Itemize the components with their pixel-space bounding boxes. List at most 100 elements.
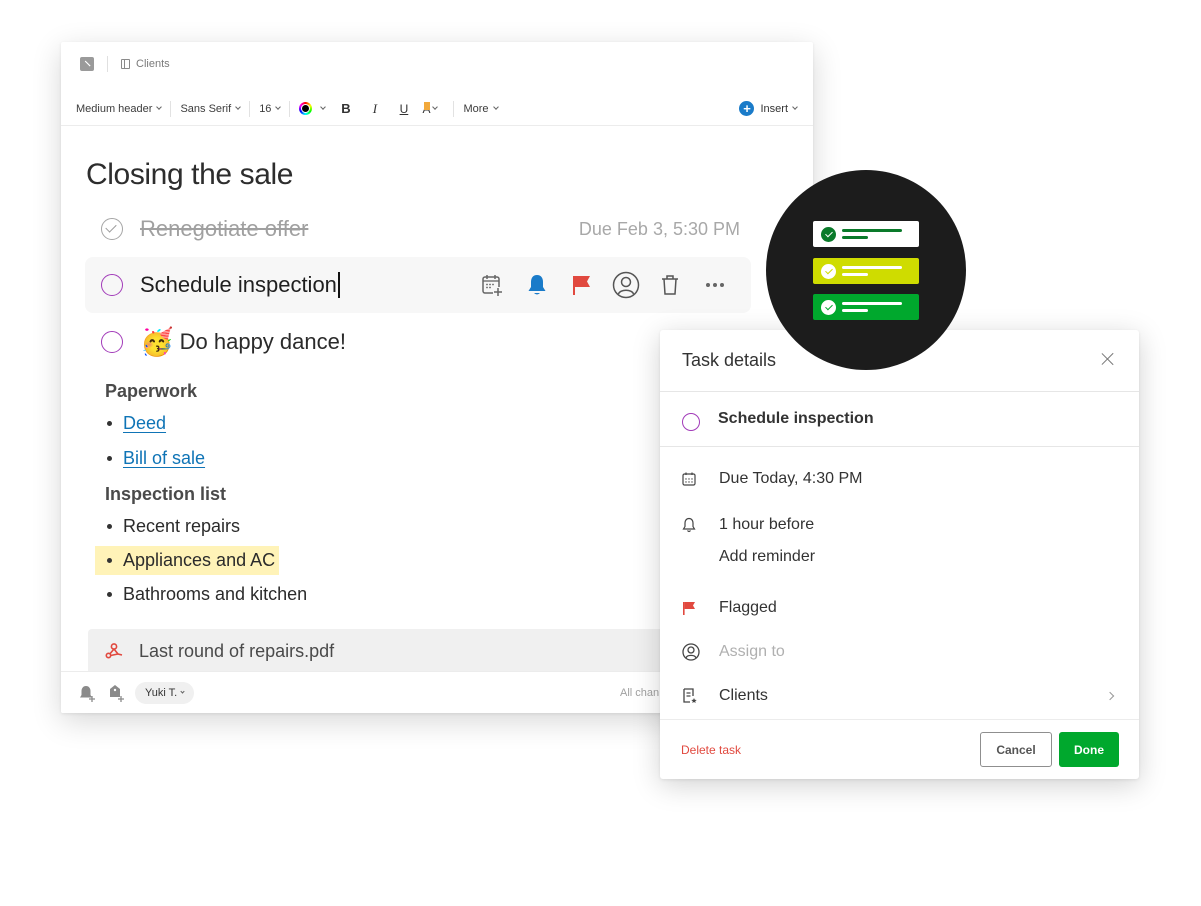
task-text-value: Schedule inspection — [140, 272, 337, 297]
due-date-row[interactable]: Due Today, 4:30 PM — [682, 470, 1117, 488]
bell-icon — [528, 275, 546, 295]
close-icon[interactable] — [1101, 352, 1114, 365]
highlight-button[interactable]: A — [422, 101, 444, 116]
divider — [249, 100, 251, 117]
done-button[interactable]: Done — [1059, 732, 1119, 767]
underline-button[interactable]: U — [389, 102, 418, 116]
section-heading: Inspection list — [105, 484, 227, 504]
task-text[interactable]: Renegotiate offer — [140, 216, 308, 242]
text-color-button[interactable] — [299, 102, 327, 115]
chevron-down-icon — [432, 104, 439, 110]
flag-icon — [683, 602, 695, 615]
more-dropdown[interactable]: More — [463, 103, 499, 115]
list-item-highlighted[interactable]: Appliances and AC — [95, 546, 280, 575]
delete-task-button[interactable] — [648, 270, 693, 300]
pdf-attachment[interactable]: Last round of repairs.pdf — [88, 629, 728, 673]
chevron-down-icon — [235, 104, 242, 110]
calendar-icon — [682, 472, 696, 486]
font-label: Sans Serif — [180, 102, 232, 115]
chevron-down-icon — [492, 104, 499, 110]
divider — [453, 100, 455, 117]
more-horizontal-icon — [705, 283, 724, 287]
note-link-row[interactable]: Clients — [682, 687, 1117, 705]
save-status: All chan — [620, 686, 660, 699]
task-checkbox[interactable] — [682, 413, 700, 431]
person-circle-icon — [682, 643, 700, 661]
chevron-down-icon — [180, 688, 185, 694]
bold-button[interactable]: B — [331, 101, 360, 116]
party-face-emoji: 🥳 — [140, 327, 174, 358]
text-cursor — [337, 271, 340, 298]
font-size-label: 16 — [259, 102, 272, 115]
tasks-illustration — [766, 170, 966, 370]
task-details-panel: Task details Schedule inspection Due Tod… — [660, 330, 1139, 779]
person-circle-icon — [612, 271, 639, 299]
section-heading: Paperwork — [105, 381, 198, 401]
panel-task: Schedule inspection — [660, 392, 1139, 447]
insert-button[interactable]: + Insert — [739, 101, 798, 116]
notebook-breadcrumb[interactable]: Clients — [136, 58, 170, 70]
notebook-icon — [121, 59, 130, 69]
flag-row[interactable]: Flagged — [682, 599, 1117, 617]
chevron-down-icon — [320, 104, 327, 110]
color-wheel-icon — [299, 102, 313, 115]
reminder-row[interactable]: 1 hour before — [682, 516, 1117, 534]
check-circle-icon — [821, 299, 836, 315]
add-tag-icon[interactable] — [107, 684, 125, 702]
font-size-dropdown[interactable]: 16 — [259, 102, 282, 115]
plus-icon: + — [739, 101, 755, 116]
task-item: 🥳 Do happy dance! — [85, 314, 751, 370]
assign-row[interactable]: Assign to — [682, 643, 1117, 661]
chevron-down-icon — [792, 104, 798, 110]
more-options-button[interactable] — [693, 270, 738, 300]
note-name: Clients — [719, 687, 768, 704]
chevron-down-icon — [275, 104, 282, 110]
illustration-card — [813, 221, 919, 247]
assign-to-field[interactable]: Assign to — [719, 643, 785, 661]
task-text[interactable]: Schedule inspection — [140, 271, 340, 298]
illustration-card — [813, 294, 919, 320]
note-icon — [683, 688, 697, 703]
flag-icon — [573, 276, 591, 295]
font-dropdown[interactable]: Sans Serif — [180, 102, 242, 115]
flag-text: Flagged — [719, 599, 777, 616]
set-due-date-button[interactable] — [470, 270, 515, 300]
list-item[interactable]: Bathrooms and kitchen — [105, 584, 307, 605]
add-reminder-link[interactable]: Add reminder — [719, 548, 815, 566]
reminder-text: 1 hour before — [719, 516, 815, 533]
task-text[interactable]: Do happy dance! — [180, 329, 346, 355]
task-checkbox[interactable] — [101, 331, 123, 353]
trash-icon — [662, 275, 679, 295]
task-name-field[interactable]: Schedule inspection — [718, 410, 874, 428]
share-user-pill[interactable]: Yuki T. — [135, 681, 195, 704]
assign-button[interactable] — [604, 270, 649, 300]
flag-button[interactable] — [559, 270, 604, 300]
italic-button[interactable]: I — [360, 101, 389, 117]
note-topbar: Clients — [61, 42, 813, 86]
text-style-dropdown[interactable]: Medium header — [76, 102, 163, 115]
expand-icon[interactable] — [80, 57, 94, 71]
deed-link[interactable]: Deed — [123, 413, 166, 434]
task-checkbox[interactable] — [101, 274, 123, 296]
insert-label: Insert — [760, 102, 788, 115]
list-item[interactable]: Recent repairs — [105, 516, 240, 537]
pdf-icon — [105, 643, 123, 659]
note-title[interactable]: Closing the sale — [86, 158, 293, 192]
bill-of-sale-link[interactable]: Bill of sale — [123, 448, 205, 469]
cancel-button[interactable]: Cancel — [980, 732, 1052, 767]
chevron-down-icon — [156, 104, 163, 110]
calendar-add-icon — [482, 275, 504, 297]
check-circle-icon — [821, 263, 836, 279]
text-style-label: Medium header — [76, 102, 153, 115]
panel-footer: Delete task Cancel Done — [660, 719, 1139, 779]
delete-task-button[interactable]: Delete task — [681, 743, 741, 757]
add-reminder-row[interactable]: Add reminder — [682, 548, 1117, 566]
user-name: Yuki T. — [145, 686, 178, 699]
divider — [107, 56, 108, 72]
task-item-active: Schedule inspection — [85, 257, 751, 313]
bell-outline-icon — [682, 517, 696, 533]
task-item: Renegotiate offer Due Feb 3, 5:30 PM — [85, 201, 751, 257]
task-checkbox-checked[interactable] — [101, 218, 123, 240]
set-reminder-button[interactable] — [515, 270, 560, 300]
add-reminder-icon[interactable] — [78, 684, 96, 702]
